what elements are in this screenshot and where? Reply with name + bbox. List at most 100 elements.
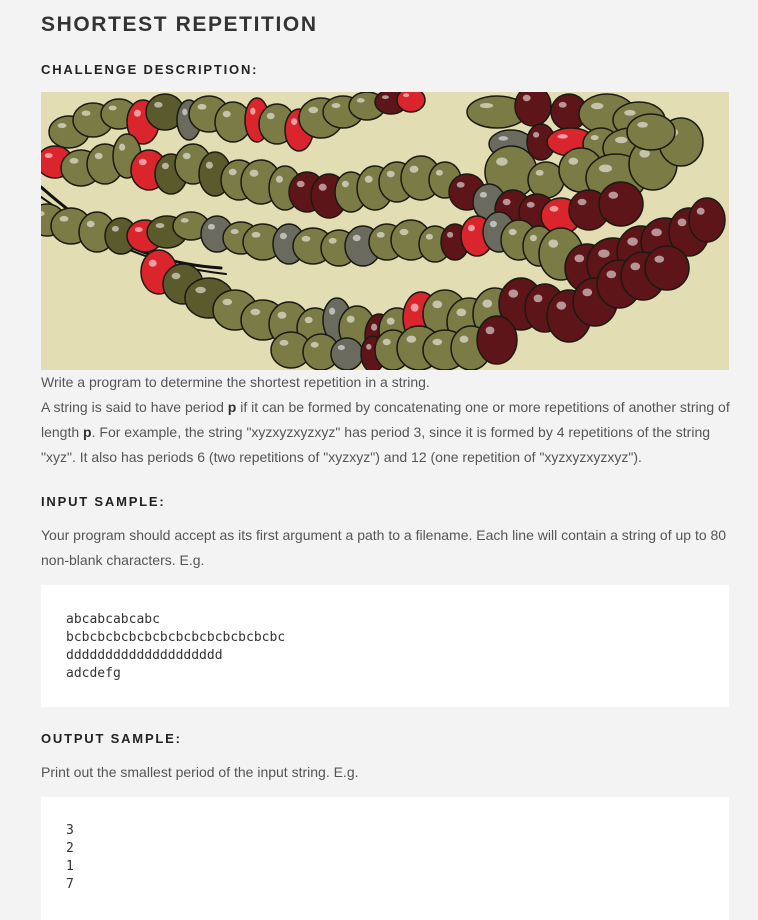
bead-highlight [155,223,165,229]
bead-highlight [502,198,511,206]
bead-highlight [432,338,443,346]
bead-highlight [291,118,298,125]
bead-highlight [250,308,261,316]
bead-highlight [69,157,79,164]
bead-highlight [459,335,469,343]
bead-highlight [403,93,410,98]
bead-highlight [119,143,126,151]
bead-highlight [598,249,610,258]
bead-highlight [331,103,341,109]
bead-highlight [526,201,535,208]
bead-highlight [615,136,628,144]
bead-highlight [381,95,389,100]
page-title: SHORTEST REPETITION [41,13,318,36]
bead-highlight [329,307,336,315]
bead-highlight [558,101,567,108]
bead-highlight [182,152,191,160]
bead-highlight [81,110,91,116]
output-sample-code: 3 2 1 7 [41,797,729,920]
bead-highlight [651,228,662,237]
bead-highlight [386,170,395,178]
bead-highlight [138,158,147,166]
bead-highlight [222,298,233,306]
bead [688,197,726,243]
bead-highlight [230,229,239,235]
bead-highlight [696,207,705,215]
output-sample-line: 1 [66,859,74,874]
bead-highlight [356,98,365,103]
bead-highlight [296,180,305,188]
bead-highlight [432,300,443,309]
bead-highlight [308,106,319,114]
bead-highlight [435,169,443,176]
bead-highlight [228,168,237,176]
bead-highlight [654,255,665,263]
bead-highlight [624,109,636,116]
bead-highlight [86,220,95,228]
bead-highlight [111,225,119,232]
bead-highlight [557,134,568,139]
input-sample-line: bcbcbcbcbcbcbcbcbcbcbcbcbcbc [66,630,286,645]
input-sample-line: adcdefg [66,666,121,681]
bead-highlight [598,164,613,173]
description-period-paragraph: A string is said to have period p if it … [41,395,731,470]
bead-highlight [399,228,409,236]
bead-highlight [251,231,261,238]
bead-highlight [171,272,181,280]
bead-highlight [591,102,604,110]
bead [330,337,364,370]
bead-highlight [205,161,213,169]
bead-highlight [639,149,650,158]
bead-highlight [582,288,593,297]
output-sample-line: 2 [66,841,74,856]
bead-highlight [352,234,361,242]
bead-highlight [456,181,465,188]
bead-highlight [180,218,189,223]
bead-highlight [279,339,289,346]
bead-highlight [574,254,585,263]
bead-highlight [425,233,433,240]
bead-highlight [277,311,287,319]
bead-highlight [59,215,69,222]
bead-highlight [386,317,395,325]
bead-highlight [508,289,519,298]
bead-highlight [606,270,617,279]
bead-highlight [318,183,327,191]
bead [476,315,518,365]
output-sample-line: 7 [66,877,74,892]
bead-highlight [630,262,641,271]
bead-highlight [364,175,373,183]
output-description: Print out the smallest period of the inp… [41,764,359,780]
bead-highlight [382,338,391,346]
description-text-a: A string is said to have period [41,399,228,415]
bead-highlight [482,299,493,308]
bead-highlight [301,235,311,242]
bead-highlight [590,135,599,141]
bead-highlight [556,301,567,310]
bead-highlight [346,315,355,323]
bead-highlight [577,198,587,206]
bead-highlight [496,157,508,166]
bead [396,92,426,113]
bead-highlight [406,335,417,343]
bead-highlight [154,101,163,108]
challenge-description-heading: CHALLENGE DESCRIPTION: [41,62,259,77]
bead-highlight [535,169,544,176]
bead-highlight [182,108,188,116]
bead-highlight [108,105,117,111]
bead-highlight [250,107,256,115]
bead-highlight [677,218,687,227]
bead-highlight [310,341,319,348]
output-sample-line: 3 [66,823,74,838]
bead-highlight [549,205,559,212]
bead-highlight [376,231,385,238]
beads-illustration [41,92,729,370]
bead-highlight [57,123,67,129]
bead-highlight [328,237,337,244]
period-variable-2: p [83,424,92,440]
bead-highlight [337,345,345,351]
bead-highlight [522,94,531,102]
bead [644,245,690,291]
bead-highlight [249,169,259,177]
bead-highlight [410,303,419,312]
